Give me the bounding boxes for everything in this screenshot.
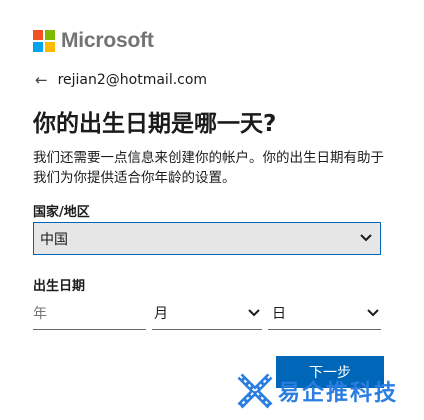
identity-banner: ← rejian2@hotmail.com bbox=[35, 71, 207, 89]
microsoft-logo: Microsoft bbox=[33, 29, 154, 53]
birth-year-input[interactable]: 年 bbox=[33, 297, 146, 330]
chevron-down-icon bbox=[248, 305, 260, 321]
country-select[interactable]: 中国 bbox=[33, 222, 381, 255]
page-description: 我们还需要一点信息来创建你的帐户。你的出生日期有助于我们为你提供适合你年龄的设置… bbox=[33, 150, 384, 186]
birth-month-select[interactable]: 月 bbox=[152, 297, 262, 330]
birth-day-select[interactable]: 日 bbox=[268, 297, 381, 330]
birth-day-value: 日 bbox=[272, 306, 286, 322]
birth-month-value: 月 bbox=[154, 306, 168, 322]
country-value: 中国 bbox=[40, 231, 68, 248]
back-arrow-icon[interactable]: ← bbox=[35, 71, 48, 89]
watermark-text: 易企推科技 bbox=[278, 381, 399, 406]
chevron-down-icon bbox=[367, 305, 379, 321]
brand-name: Microsoft bbox=[61, 29, 154, 52]
birthdate-label: 出生日期 bbox=[33, 279, 86, 294]
watermark-logo-icon bbox=[237, 373, 273, 409]
birth-year-placeholder: 年 bbox=[33, 306, 47, 322]
page-title: 你的出生日期是哪一天? bbox=[33, 111, 277, 137]
microsoft-logo-icon bbox=[33, 30, 55, 52]
chevron-down-icon bbox=[360, 232, 372, 245]
country-label: 国家/地区 bbox=[33, 205, 90, 220]
account-email: rejian2@hotmail.com bbox=[57, 72, 208, 88]
watermark: 易企推科技 bbox=[236, 372, 398, 410]
